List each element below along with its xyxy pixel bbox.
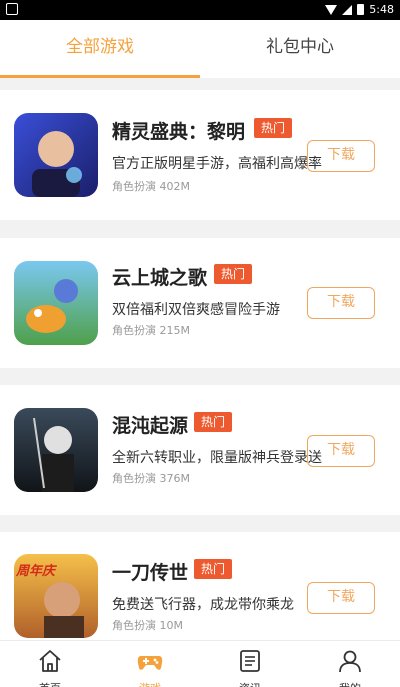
home-icon: [39, 650, 61, 672]
tab-all-games[interactable]: 全部游戏: [0, 20, 200, 78]
hot-badge: 热门: [194, 559, 233, 579]
game-title: 混沌起源: [112, 415, 189, 437]
game-category: 角色扮演: [112, 619, 156, 632]
game-card[interactable]: 周年庆 一刀传世 热门 免费送飞行器，成龙带你乘龙 角色扮演 10M 下载: [0, 532, 400, 640]
game-title: 一刀传世: [112, 562, 189, 584]
game-category: 角色扮演: [112, 180, 156, 193]
game-title: 精灵盛典：黎明: [112, 121, 246, 143]
game-title: 云上城之歌: [112, 267, 208, 289]
nav-label: 我的: [300, 680, 400, 687]
game-icon: [14, 261, 98, 345]
game-card[interactable]: 云上城之歌 热门 双倍福利双倍爽感冒险手游 角色扮演 215M 下载: [0, 238, 400, 368]
news-icon: [240, 650, 260, 672]
tab-label: 全部游戏: [66, 37, 134, 57]
game-size: 376M: [159, 472, 191, 485]
profile-icon: [339, 650, 361, 673]
game-meta: 角色扮演 215M: [112, 322, 190, 338]
status-time: 5:48: [369, 3, 394, 16]
game-category: 角色扮演: [112, 472, 156, 485]
game-meta: 角色扮演 376M: [112, 470, 190, 486]
nav-label: 资讯: [200, 680, 300, 687]
game-size: 215M: [159, 324, 191, 337]
hot-badge: 热门: [194, 412, 233, 432]
notification-icon: [6, 3, 18, 15]
hot-badge: 热门: [214, 264, 253, 284]
tab-indicator: [0, 75, 200, 78]
hot-badge: 热门: [254, 118, 293, 138]
wifi-icon: [325, 4, 338, 15]
nav-news[interactable]: 资讯: [200, 641, 300, 687]
game-description: 全新六转职业，限量版神兵登录送: [112, 450, 322, 466]
status-bar: 5:48: [0, 0, 400, 20]
game-meta: 角色扮演 10M: [112, 617, 183, 633]
tab-bar: 全部游戏 礼包中心: [0, 20, 400, 78]
game-category: 角色扮演: [112, 324, 156, 337]
download-button[interactable]: 下载: [307, 140, 375, 172]
gamepad-icon: [137, 656, 163, 670]
game-icon: [14, 408, 98, 492]
anniversary-caption: 周年庆: [16, 564, 56, 579]
nav-label: 游戏: [100, 680, 200, 687]
download-button[interactable]: 下载: [307, 287, 375, 319]
game-size: 10M: [159, 619, 184, 632]
game-size: 402M: [159, 180, 191, 193]
game-card[interactable]: 混沌起源 热门 全新六转职业，限量版神兵登录送 角色扮演 376M 下载: [0, 385, 400, 515]
nav-label: 首页: [0, 680, 100, 687]
game-description: 双倍福利双倍爽感冒险手游: [112, 302, 280, 318]
game-meta: 角色扮演 402M: [112, 178, 190, 194]
download-button[interactable]: 下载: [307, 435, 375, 467]
game-card[interactable]: 精灵盛典：黎明 热门 官方正版明星手游，高福利高爆率 角色扮演 402M 下载: [0, 90, 400, 220]
nav-games[interactable]: 游戏: [100, 641, 200, 687]
game-description: 免费送飞行器，成龙带你乘龙: [112, 597, 294, 613]
nav-home[interactable]: 首页: [0, 641, 100, 687]
game-icon: 周年庆: [14, 554, 98, 638]
game-description: 官方正版明星手游，高福利高爆率: [112, 156, 322, 172]
download-button[interactable]: 下载: [307, 582, 375, 614]
game-icon: [14, 113, 98, 197]
nav-profile[interactable]: 我的: [300, 641, 400, 687]
tab-label: 礼包中心: [266, 37, 334, 57]
signal-icon: [342, 4, 353, 15]
battery-icon: [357, 4, 365, 15]
bottom-navigation: 首页 游戏 资讯 我的: [0, 640, 400, 687]
tab-gift-center[interactable]: 礼包中心: [200, 20, 400, 78]
